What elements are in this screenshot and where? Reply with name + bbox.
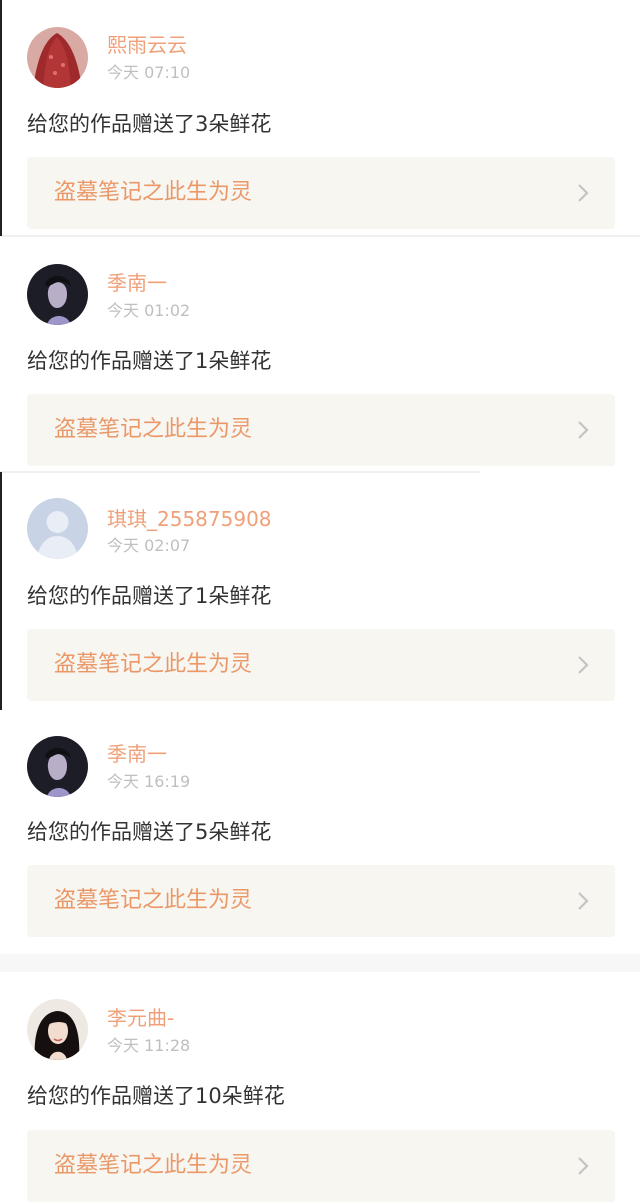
timestamp: 今天 02:07 <box>107 536 191 555</box>
work-title: 盗墓笔记之此生为灵 <box>54 417 253 442</box>
username[interactable]: 琪琪_255875908 <box>107 507 272 531</box>
work-title: 盗墓笔记之此生为灵 <box>54 180 253 205</box>
timestamp: 今天 07:10 <box>107 63 191 82</box>
dark-profile-avatar-icon <box>27 736 88 797</box>
timestamp: 今天 11:28 <box>107 1036 191 1055</box>
default-user-avatar-icon <box>27 498 88 559</box>
timestamp: 今天 01:02 <box>107 301 191 320</box>
chevron-right-icon <box>578 421 589 439</box>
timestamp: 今天 16:19 <box>107 772 191 791</box>
gift-message: 给您的作品赠送了5朵鲜花 <box>27 820 272 844</box>
work-link[interactable]: 盗墓笔记之此生为灵 <box>27 394 615 466</box>
chevron-right-icon <box>578 656 589 674</box>
red-veil-avatar-icon <box>27 27 88 88</box>
notification-card: 李元曲- 今天 11:28 给您的作品赠送了10朵鲜花 盗墓笔记之此生为灵 <box>0 972 640 1203</box>
gift-message: 给您的作品赠送了10朵鲜花 <box>27 1084 285 1108</box>
chevron-right-icon <box>578 184 589 202</box>
user-avatar[interactable] <box>27 264 88 325</box>
notification-card: 季南一 今天 01:02 给您的作品赠送了1朵鲜花 盗墓笔记之此生为灵 <box>0 237 640 471</box>
username[interactable]: 季南一 <box>107 742 167 766</box>
edge-line <box>0 0 2 236</box>
user-avatar[interactable] <box>27 27 88 88</box>
chevron-right-icon <box>578 892 589 910</box>
gift-message: 给您的作品赠送了3朵鲜花 <box>27 112 272 136</box>
username[interactable]: 熙雨云云 <box>107 33 187 57</box>
notification-card: 熙雨云云 今天 07:10 给您的作品赠送了3朵鲜花 盗墓笔记之此生为灵 <box>0 0 640 236</box>
section-divider <box>0 954 640 972</box>
work-title: 盗墓笔记之此生为灵 <box>54 1153 253 1178</box>
chevron-right-icon <box>578 1157 589 1175</box>
user-avatar[interactable] <box>27 999 88 1060</box>
dark-profile-avatar-icon <box>27 264 88 325</box>
gift-message: 给您的作品赠送了1朵鲜花 <box>27 584 272 608</box>
gift-message: 给您的作品赠送了1朵鲜花 <box>27 349 272 373</box>
username[interactable]: 季南一 <box>107 271 167 295</box>
work-link[interactable]: 盗墓笔记之此生为灵 <box>27 629 615 701</box>
username[interactable]: 李元曲- <box>107 1006 174 1030</box>
work-title: 盗墓笔记之此生为灵 <box>54 888 253 913</box>
notification-card: 季南一 今天 16:19 给您的作品赠送了5朵鲜花 盗墓笔记之此生为灵 <box>0 709 640 953</box>
work-link[interactable]: 盗墓笔记之此生为灵 <box>27 157 615 229</box>
work-link[interactable]: 盗墓笔记之此生为灵 <box>27 1130 615 1202</box>
user-avatar[interactable] <box>27 498 88 559</box>
notification-card: 琪琪_255875908 今天 02:07 给您的作品赠送了1朵鲜花 盗墓笔记之… <box>0 473 640 709</box>
work-title: 盗墓笔记之此生为灵 <box>54 652 253 677</box>
girl-portrait-avatar-icon <box>27 999 88 1060</box>
user-avatar[interactable] <box>27 736 88 797</box>
edge-line <box>0 472 2 710</box>
work-link[interactable]: 盗墓笔记之此生为灵 <box>27 865 615 937</box>
